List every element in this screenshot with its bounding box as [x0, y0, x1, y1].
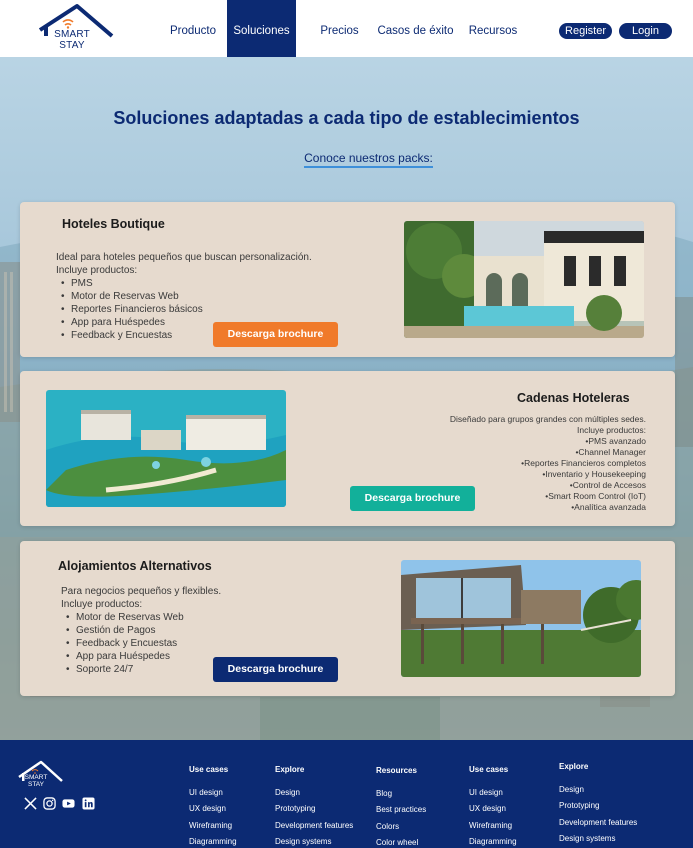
- list-item: Reportes Financieros básicos: [61, 303, 356, 316]
- instagram-icon[interactable]: [43, 797, 56, 810]
- list-item: Reportes Financieros completos: [320, 458, 646, 469]
- footer: SMART STAY Use cases UI design UX design…: [0, 740, 693, 848]
- x-icon[interactable]: [24, 797, 37, 810]
- page-title: Soluciones adaptadas a cada tipo de esta…: [113, 108, 580, 128]
- modern-cabin-photo: [401, 560, 641, 677]
- footer-link[interactable]: Blog: [376, 789, 426, 805]
- download-brochure-button[interactable]: Descarga brochure: [350, 486, 475, 511]
- footer-column-heading: Explore: [559, 762, 589, 771]
- nav-link-producto[interactable]: Producto: [163, 0, 223, 57]
- list-item: Channel Manager: [320, 447, 646, 458]
- nav-link-casos-de-exito[interactable]: Casos de éxito: [373, 0, 458, 57]
- top-navbar: SMART STAY Producto Soluciones Precios C…: [0, 0, 693, 57]
- list-item: Feedback y Encuestas: [66, 637, 361, 650]
- footer-link[interactable]: Color wheel: [376, 838, 426, 848]
- footer-link[interactable]: Prototyping: [559, 801, 637, 817]
- card-title: Alojamientos Alternativos: [58, 559, 212, 573]
- footer-column-resources: Resources Blog Best practices Colors Col…: [376, 766, 426, 848]
- footer-link[interactable]: Design: [275, 788, 353, 804]
- list-item: PMS: [61, 277, 356, 290]
- footer-column-heading: Use cases: [189, 765, 229, 774]
- footer-link[interactable]: Diagramming: [189, 837, 237, 848]
- list-item: PMS avanzado: [320, 436, 646, 447]
- footer-link[interactable]: UI design: [469, 788, 517, 804]
- footer-link[interactable]: Best practices: [376, 805, 426, 821]
- footer-column-heading: Explore: [275, 765, 305, 774]
- footer-link[interactable]: Design systems: [275, 837, 353, 848]
- footer-link[interactable]: UI design: [189, 788, 237, 804]
- register-button[interactable]: Register: [559, 23, 612, 39]
- footer-column-use-cases: Use cases UI design UX design Wireframin…: [189, 765, 237, 848]
- list-item: Gestión de Pagos: [66, 624, 361, 637]
- login-button[interactable]: Login: [619, 23, 672, 39]
- download-brochure-button[interactable]: Descarga brochure: [213, 322, 338, 347]
- smart-stay-logo[interactable]: SMART STAY: [36, 2, 118, 56]
- footer-link[interactable]: Design: [559, 785, 637, 801]
- list-item: Motor de Reservas Web: [66, 611, 361, 624]
- logo-text: SMART STAY: [54, 29, 90, 51]
- pack-card-hoteles-boutique: Hoteles Boutique Ideal para hoteles pequ…: [20, 202, 675, 357]
- beach-resort-photo: [46, 390, 286, 507]
- boutique-hotel-photo: [404, 221, 644, 338]
- card-title: Cadenas Hoteleras: [517, 391, 630, 405]
- footer-link[interactable]: Wireframing: [469, 821, 517, 837]
- footer-column-explore-2: Explore Design Prototyping Development f…: [559, 762, 637, 848]
- footer-link[interactable]: Prototyping: [275, 804, 353, 820]
- footer-logo-text: SMART STAY: [24, 774, 48, 788]
- list-item: Inventario y Housekeeping: [320, 469, 646, 480]
- footer-link[interactable]: Wireframing: [189, 821, 237, 837]
- footer-column-use-cases-2: Use cases UI design UX design Wireframin…: [469, 765, 517, 848]
- linkedin-icon[interactable]: [82, 797, 95, 810]
- card-title: Hoteles Boutique: [62, 217, 165, 231]
- footer-link[interactable]: Development features: [275, 821, 353, 837]
- nav-link-precios[interactable]: Precios: [312, 0, 367, 57]
- list-item: Motor de Reservas Web: [61, 290, 356, 303]
- footer-link[interactable]: Diagramming: [469, 837, 517, 848]
- pack-card-alojamientos-alternativos: Alojamientos Alternativos Para negocios …: [20, 541, 675, 696]
- footer-column-heading: Use cases: [469, 765, 509, 774]
- pack-card-cadenas-hoteleras: Cadenas Hoteleras Diseñado para grupos g…: [20, 371, 675, 526]
- nav-link-recursos[interactable]: Recursos: [464, 0, 522, 57]
- footer-column-explore: Explore Design Prototyping Development f…: [275, 765, 353, 848]
- packs-link[interactable]: Conoce nuestros packs:: [0, 151, 693, 168]
- footer-link[interactable]: Colors: [376, 822, 426, 838]
- footer-link[interactable]: UX design: [469, 804, 517, 820]
- footer-link[interactable]: Development features: [559, 818, 637, 834]
- download-brochure-button[interactable]: Descarga brochure: [213, 657, 338, 682]
- footer-column-heading: Resources: [376, 766, 417, 775]
- footer-link[interactable]: Design systems: [559, 834, 637, 848]
- nav-link-soluciones[interactable]: Soluciones: [227, 0, 296, 57]
- youtube-icon[interactable]: [62, 797, 75, 810]
- footer-link[interactable]: UX design: [189, 804, 237, 820]
